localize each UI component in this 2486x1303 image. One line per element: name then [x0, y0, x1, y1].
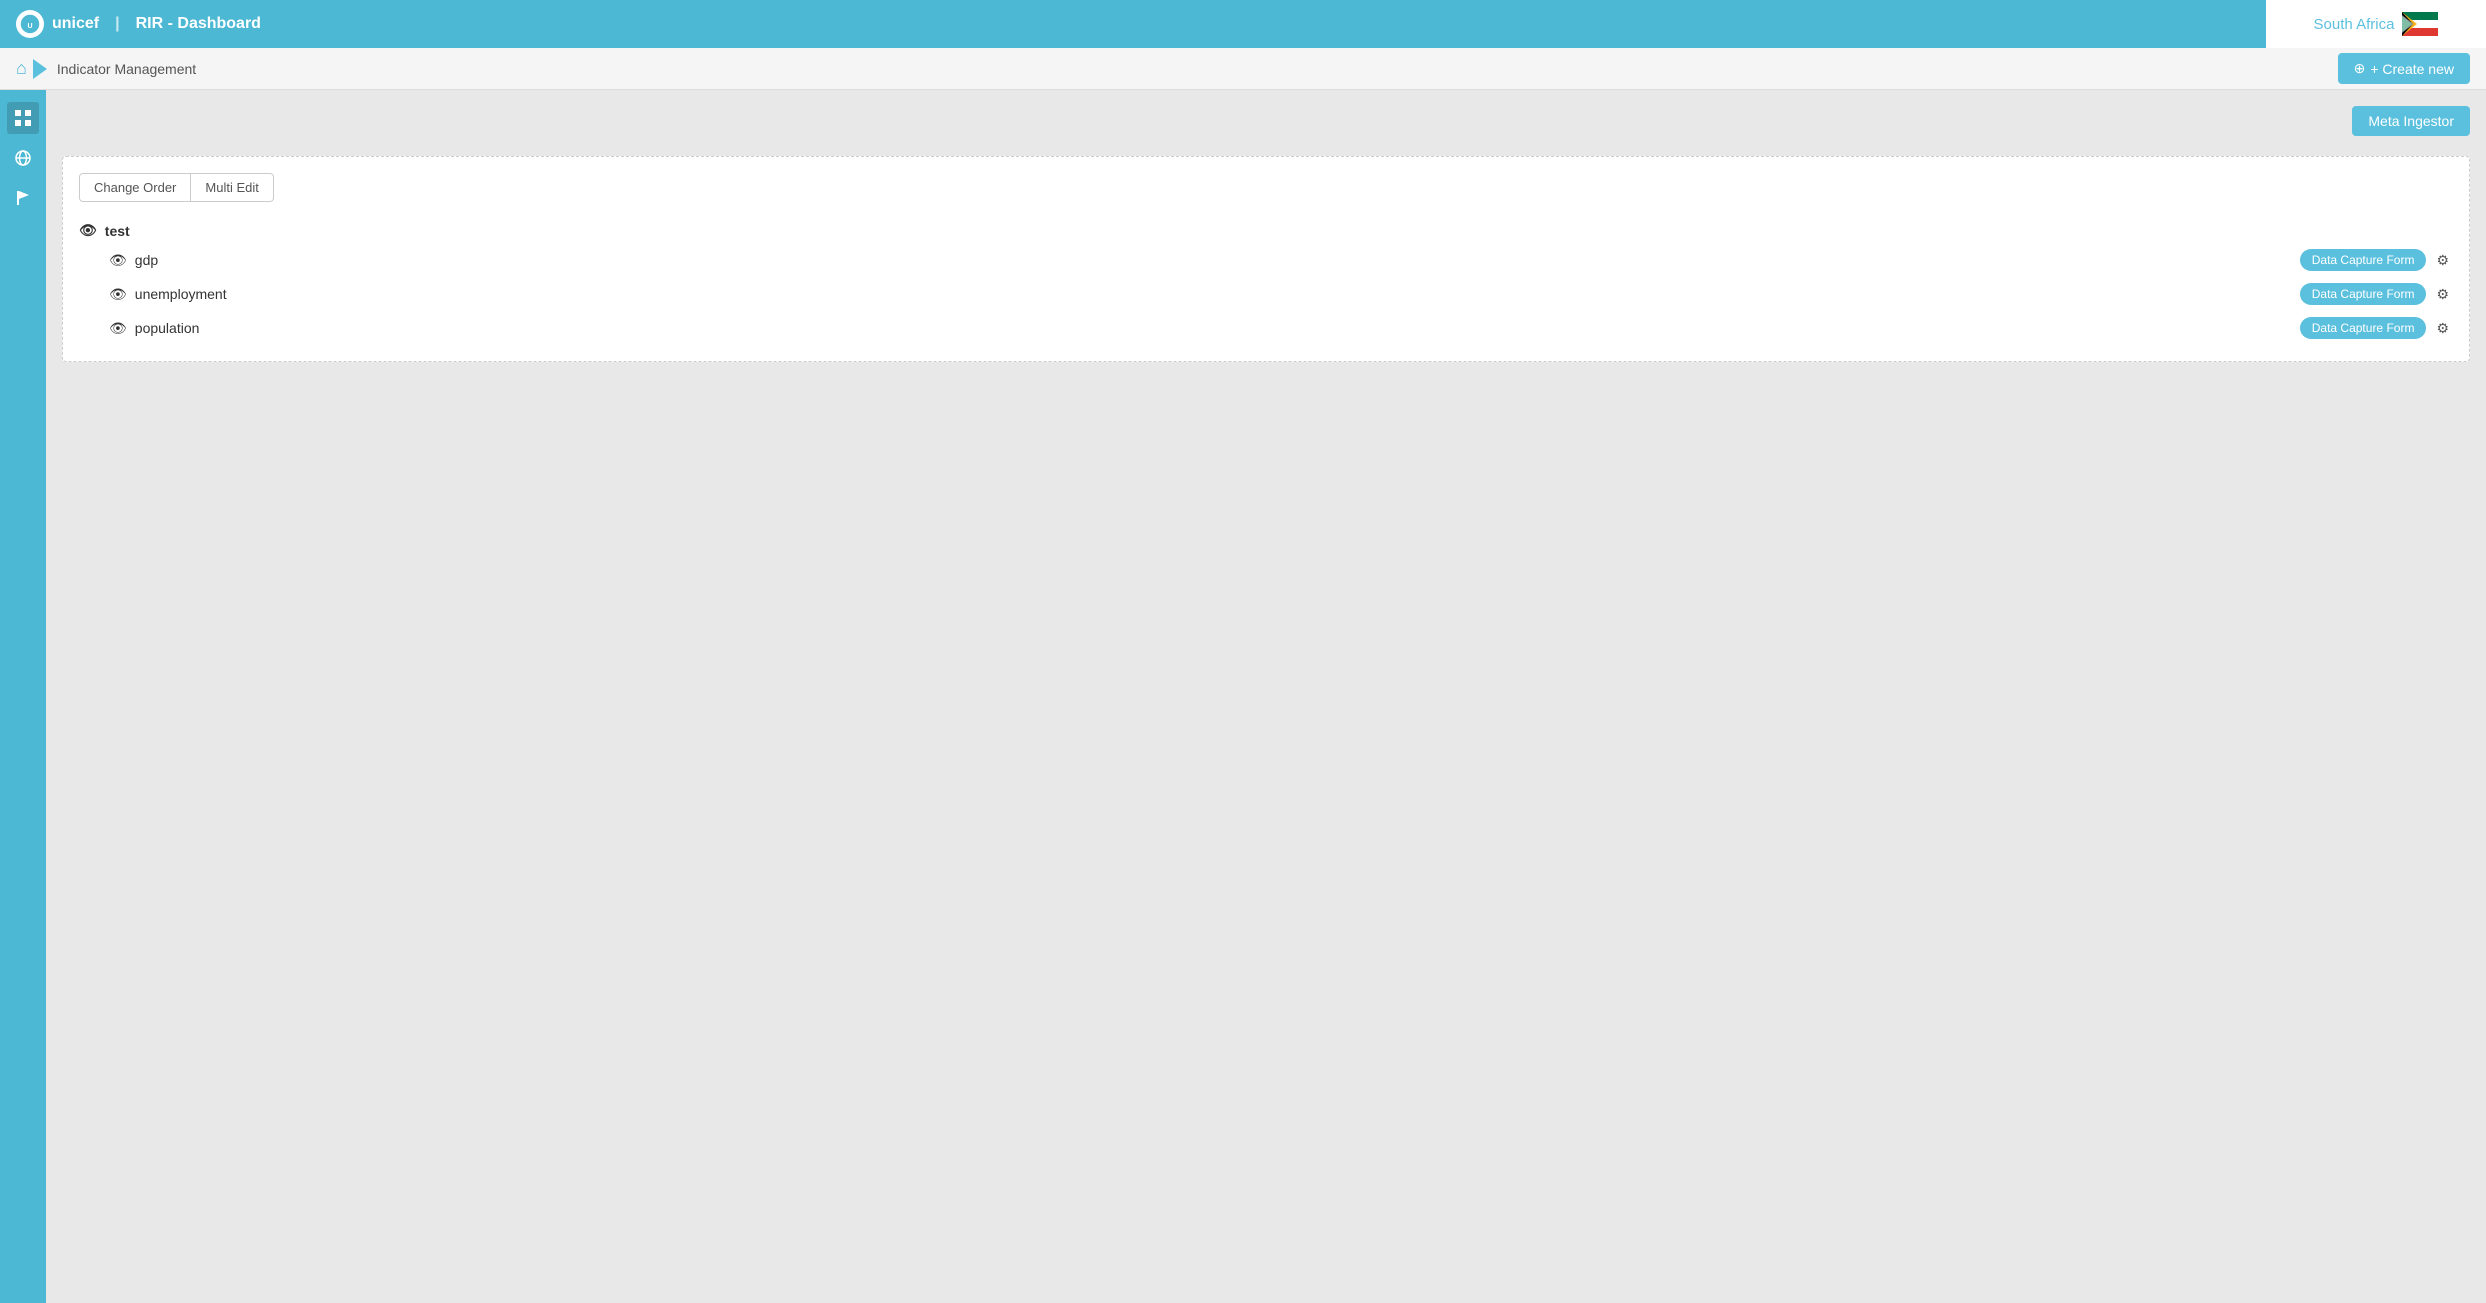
create-new-label: + Create new [2370, 61, 2454, 77]
sidebar-item-grid[interactable] [7, 102, 39, 134]
gdp-label: gdp [135, 252, 2300, 268]
unemployment-label: unemployment [135, 286, 2300, 302]
meta-ingestor-button[interactable]: Meta Ingestor [2352, 106, 2470, 136]
table-row: 👁 gdp Data Capture Form ⚙ [79, 243, 2453, 277]
toolbar: Change Order Multi Edit [79, 173, 2453, 202]
gdp-actions: Data Capture Form ⚙ [2300, 249, 2453, 271]
table-row: 👁 unemployment Data Capture Form ⚙ [79, 277, 2453, 311]
indicator-card: Change Order Multi Edit 👁 test 👁 gdp Dat… [62, 156, 2470, 362]
brand-title: RIR - Dashboard [136, 15, 261, 33]
home-icon[interactable]: ⌂ [16, 58, 27, 79]
navbar: U unicef | RIR - Dashboard Links ▾ Admin… [0, 0, 2486, 48]
country-name: South Africa [2314, 16, 2395, 33]
indicator-group-header: 👁 test [79, 218, 2453, 243]
population-gear-button[interactable]: ⚙ [2432, 318, 2453, 339]
unicef-logo: U [16, 10, 44, 38]
unemployment-eye-icon: 👁 [109, 286, 127, 303]
page-title: Indicator Management [57, 61, 196, 77]
gdp-data-capture-button[interactable]: Data Capture Form [2300, 249, 2427, 271]
multi-edit-button[interactable]: Multi Edit [191, 173, 273, 202]
breadcrumb-arrow [33, 59, 47, 79]
gdp-eye-icon: 👁 [109, 252, 127, 269]
unicef-text: unicef [52, 15, 99, 33]
population-data-capture-button[interactable]: Data Capture Form [2300, 317, 2427, 339]
sidebar [0, 90, 46, 1303]
country-flag [2402, 12, 2438, 36]
card-header-row: Meta Ingestor [62, 106, 2470, 148]
sidebar-item-globe[interactable] [7, 142, 39, 174]
main-layout: Meta Ingestor Change Order Multi Edit 👁 … [0, 90, 2486, 1303]
group-eye-icon: 👁 [79, 222, 97, 239]
unemployment-actions: Data Capture Form ⚙ [2300, 283, 2453, 305]
sidebar-item-flag[interactable] [7, 182, 39, 214]
unemployment-gear-button[interactable]: ⚙ [2432, 284, 2453, 305]
indicator-group: 👁 test 👁 gdp Data Capture Form ⚙ 👁 unemp… [79, 218, 2453, 345]
breadcrumb-bar: ⌂ Indicator Management ⊕ + Create new [0, 48, 2486, 90]
country-section: South Africa [2266, 0, 2486, 48]
population-label: population [135, 320, 2300, 336]
table-row: 👁 population Data Capture Form ⚙ [79, 311, 2453, 345]
create-new-plus: ⊕ [2354, 60, 2366, 77]
content-area: Meta Ingestor Change Order Multi Edit 👁 … [46, 90, 2486, 1303]
gdp-gear-button[interactable]: ⚙ [2432, 250, 2453, 271]
brand-divider: | [115, 15, 119, 33]
population-actions: Data Capture Form ⚙ [2300, 317, 2453, 339]
change-order-button[interactable]: Change Order [79, 173, 191, 202]
indicator-group-name: test [105, 223, 130, 239]
brand: U unicef | RIR - Dashboard [16, 10, 261, 38]
create-new-button[interactable]: ⊕ + Create new [2338, 53, 2470, 84]
svg-text:U: U [27, 23, 32, 30]
population-eye-icon: 👁 [109, 320, 127, 337]
unemployment-data-capture-button[interactable]: Data Capture Form [2300, 283, 2427, 305]
